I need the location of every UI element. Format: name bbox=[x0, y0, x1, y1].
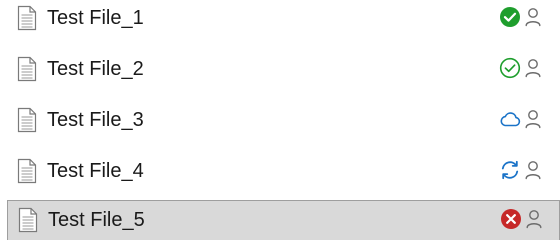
available-check-outline-icon bbox=[499, 57, 521, 79]
file-name: Test File_2 bbox=[47, 58, 144, 80]
file-row-selected[interactable]: Test File_5 bbox=[7, 200, 560, 240]
document-icon bbox=[17, 56, 37, 82]
shared-person-icon bbox=[525, 110, 541, 129]
synced-check-filled-icon bbox=[500, 7, 520, 27]
shared-person-icon bbox=[526, 210, 542, 229]
file-row[interactable]: Test File_2 bbox=[0, 51, 560, 97]
file-name: Test File_3 bbox=[47, 109, 144, 131]
file-row[interactable]: Test File_4 bbox=[0, 153, 560, 199]
shared-person-icon bbox=[525, 161, 541, 180]
document-icon bbox=[17, 5, 37, 31]
file-name: Test File_1 bbox=[47, 7, 144, 29]
syncing-arrows-icon bbox=[501, 160, 519, 180]
file-list: Test File_1 Test File_2 Test File_3 Test… bbox=[0, 0, 560, 240]
document-icon bbox=[17, 158, 37, 184]
shared-person-icon bbox=[525, 8, 541, 27]
shared-person-icon bbox=[525, 59, 541, 78]
document-icon bbox=[17, 107, 37, 133]
file-name: Test File_4 bbox=[47, 160, 144, 182]
file-row[interactable]: Test File_3 bbox=[0, 102, 560, 148]
file-row[interactable]: Test File_1 bbox=[0, 0, 560, 46]
sync-error-icon bbox=[501, 209, 521, 229]
document-icon bbox=[18, 207, 38, 233]
file-name: Test File_5 bbox=[48, 209, 145, 231]
cloud-only-icon bbox=[500, 112, 521, 127]
